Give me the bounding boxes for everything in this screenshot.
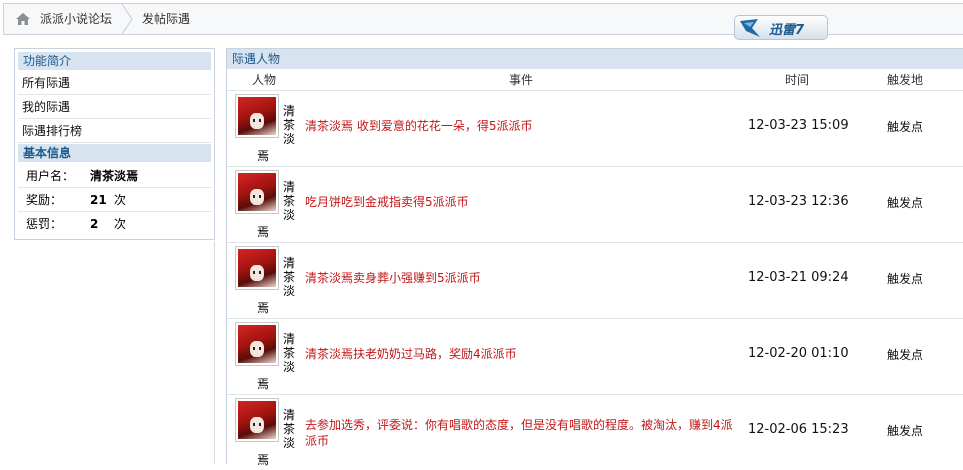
user-name-tail[interactable]: 焉 bbox=[257, 223, 269, 240]
sidebar-item-all-encounters[interactable]: 所有际遇 bbox=[18, 71, 211, 95]
user-name-tail[interactable]: 焉 bbox=[257, 147, 269, 164]
info-unit: 次 bbox=[114, 193, 127, 207]
event-time: 12-03-21 09:24 bbox=[748, 270, 849, 285]
info-value: 2 bbox=[90, 217, 99, 231]
avatar[interactable] bbox=[235, 322, 279, 366]
info-row-reward: 奖励： 21 次 bbox=[18, 188, 211, 212]
user-name-link[interactable]: 清茶淡 bbox=[283, 256, 297, 298]
avatar[interactable] bbox=[235, 94, 279, 138]
sidebar-item-my-encounters[interactable]: 我的际遇 bbox=[18, 95, 211, 119]
column-header-person: 人物 bbox=[252, 73, 277, 87]
column-header-event: 事件 bbox=[509, 73, 534, 87]
sidebar-section-title-basic-info: 基本信息 bbox=[18, 144, 211, 162]
info-label: 用户名： bbox=[26, 169, 75, 183]
event-time: 12-02-06 15:23 bbox=[748, 422, 849, 437]
avatar[interactable] bbox=[235, 246, 279, 290]
user-name-tail[interactable]: 焉 bbox=[257, 299, 269, 316]
sidebar-divider bbox=[14, 241, 215, 464]
table-row: 清茶淡 焉 清茶淡焉卖身葬小强赚到5派派币 12-03-21 09:24 触发点 bbox=[227, 242, 963, 318]
breadcrumb-home-link[interactable]: 派派小说论坛 bbox=[40, 4, 112, 34]
event-text: 清茶淡焉扶老奶奶过马路，奖励4派派币 bbox=[305, 347, 517, 361]
trigger-place: 触发点 bbox=[887, 348, 924, 362]
table-row: 清茶淡 焉 清茶淡焉 收到爱意的花花一朵，得5派派币 12-03-23 15:0… bbox=[227, 90, 963, 166]
info-label: 奖励： bbox=[26, 193, 63, 207]
table-row: 清茶淡 焉 去参加选秀，评委说：你有唱歌的态度，但是没有唱歌的程度。被淘汰，赚到… bbox=[227, 394, 963, 470]
home-icon[interactable] bbox=[15, 12, 31, 26]
breadcrumb-separator-icon bbox=[121, 4, 133, 34]
breadcrumb-current: 发帖际遇 bbox=[142, 12, 191, 26]
user-name-link[interactable]: 清茶淡 bbox=[283, 408, 297, 450]
trigger-place: 触发点 bbox=[887, 272, 924, 286]
encounter-table: 清茶淡 焉 清茶淡焉 收到爱意的花花一朵，得5派派币 12-03-23 15:0… bbox=[227, 90, 963, 470]
event-text: 清茶淡焉 收到爱意的花花一朵，得5派派币 bbox=[305, 119, 533, 133]
user-name-link[interactable]: 清茶淡 bbox=[283, 180, 297, 222]
column-header-time: 时间 bbox=[785, 73, 810, 87]
avatar[interactable] bbox=[235, 170, 279, 214]
trigger-place: 触发点 bbox=[887, 120, 924, 134]
table-row: 清茶淡 焉 吃月饼吃到金戒指卖得5派派币 12-03-23 12:36 触发点 bbox=[227, 166, 963, 242]
encounter-panel: 际遇人物 人物 事件 时间 触发地 清茶淡 焉 清茶淡焉 收到爱意的花花一朵，得… bbox=[226, 48, 963, 467]
user-name-tail[interactable]: 焉 bbox=[257, 451, 269, 468]
xunlei-badge-text: 迅雷7 bbox=[769, 23, 805, 38]
event-text: 去参加选秀，评委说：你有唱歌的态度，但是没有唱歌的程度。被淘汰，赚到4派派币 bbox=[305, 418, 733, 448]
event-time: 12-03-23 12:36 bbox=[748, 194, 849, 209]
sidebar-section-title-functions: 功能简介 bbox=[18, 52, 211, 70]
info-row-penalty: 惩罚： 2 次 bbox=[18, 212, 211, 236]
info-value: 清茶淡焉 bbox=[90, 169, 139, 183]
info-value: 21 bbox=[90, 193, 107, 207]
user-name-link[interactable]: 清茶淡 bbox=[283, 104, 297, 146]
avatar[interactable] bbox=[235, 398, 279, 442]
xunlei-badge[interactable]: 迅雷7 bbox=[734, 15, 828, 40]
info-unit: 次 bbox=[114, 217, 127, 231]
event-text: 清茶淡焉卖身葬小强赚到5派派币 bbox=[305, 271, 481, 285]
event-time: 12-03-23 15:09 bbox=[748, 118, 849, 133]
table-row: 清茶淡 焉 清茶淡焉扶老奶奶过马路，奖励4派派币 12-02-20 01:10 … bbox=[227, 318, 963, 394]
user-name-tail[interactable]: 焉 bbox=[257, 375, 269, 392]
panel-title: 际遇人物 bbox=[227, 49, 963, 69]
sidebar-item-ranking[interactable]: 际遇排行榜 bbox=[18, 119, 211, 143]
info-label: 惩罚： bbox=[26, 217, 63, 231]
event-text: 吃月饼吃到金戒指卖得5派派币 bbox=[305, 195, 469, 209]
xunlei-bird-icon bbox=[740, 19, 760, 37]
trigger-place: 触发点 bbox=[887, 196, 924, 210]
event-time: 12-02-20 01:10 bbox=[748, 346, 849, 361]
trigger-place: 触发点 bbox=[887, 424, 924, 438]
user-name-link[interactable]: 清茶淡 bbox=[283, 332, 297, 374]
column-header-place: 触发地 bbox=[887, 73, 924, 87]
sidebar: 功能简介 所有际遇 我的际遇 际遇排行榜 基本信息 用户名： 清茶淡焉 奖励： … bbox=[14, 48, 215, 240]
info-row-username: 用户名： 清茶淡焉 bbox=[18, 164, 211, 188]
